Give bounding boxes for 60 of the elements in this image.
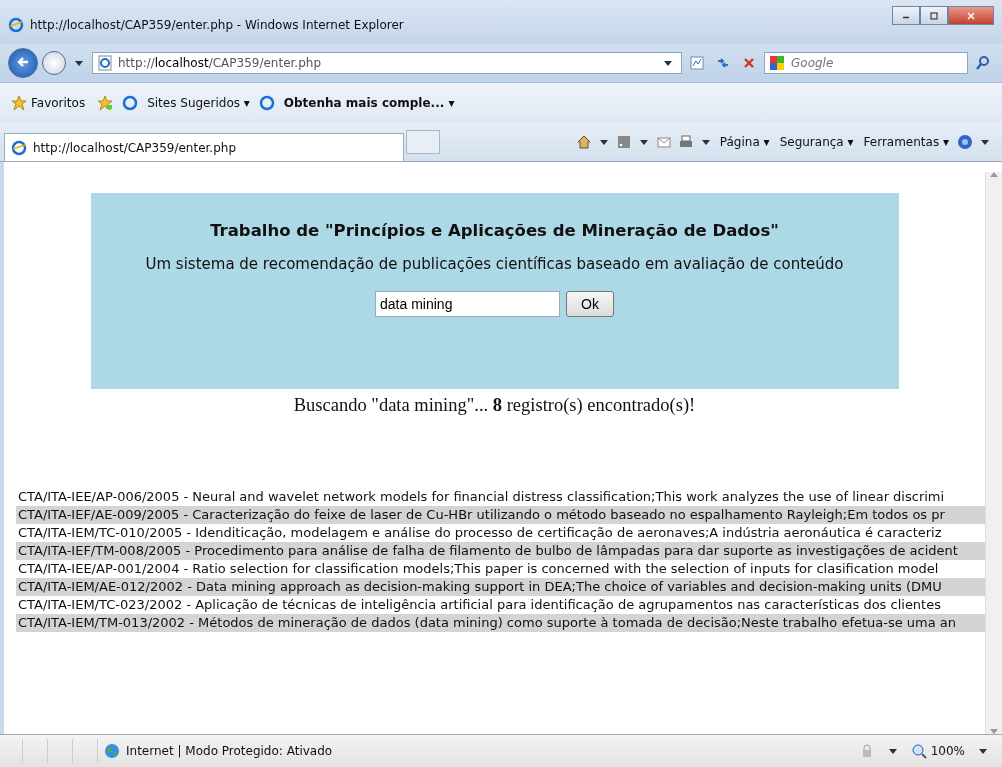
browser-logo-icon [8, 17, 24, 33]
search-field[interactable]: Google [764, 52, 968, 74]
result-row[interactable]: CTA/ITA-IEF/AE-009/2005 - Caracterização do feixe de laser de Cu-HBr utilizando o método baseado no espalhamento Rayleigh;Em todos os pr [16, 506, 985, 524]
page-subtitle: Um sistema de recomendação de publicações científicas baseado em avaliação de conteúdo [145, 255, 844, 273]
browser-logo-icon [11, 139, 27, 156]
window-title: http://localhost/CAP359/enter.php - Windows Internet Explorer [30, 18, 404, 32]
ok-button[interactable]: Ok [566, 291, 614, 317]
search-provider-icon [769, 55, 785, 71]
browser-logo-icon [122, 95, 139, 111]
page-icon [97, 55, 113, 71]
minimize-button[interactable] [892, 6, 920, 25]
result-row[interactable]: CTA/ITA-IEM/TM-013/2002 - Métodos de mineração de dados (data mining) como suporte à tomada de decisão;Neste trabalho efetua-se uma an [16, 614, 985, 632]
help-icon[interactable] [957, 134, 973, 150]
forward-button[interactable] [42, 51, 66, 75]
security-zone-text: Internet | Modo Protegido: Ativado [126, 744, 333, 758]
feed-icon[interactable] [615, 134, 632, 150]
command-menu[interactable]: Ferramentas ▾ [858, 135, 954, 149]
caret-icon[interactable] [639, 139, 648, 145]
caret-icon[interactable] [664, 60, 672, 66]
scroll-up-icon[interactable] [990, 172, 998, 177]
favorites-button[interactable]: Favoritos [8, 95, 89, 111]
address-field[interactable]: http://localhost/CAP359/enter.php [92, 52, 682, 74]
caret-icon[interactable] [979, 748, 987, 754]
star-icon [11, 95, 27, 111]
search-input[interactable]: data mining [375, 291, 561, 317]
caret-icon[interactable] [888, 748, 897, 754]
result-row[interactable]: CTA/ITA-IEE/AP-006/2005 - Neural and wavelet network models for financial distress classification;This work analyzes the use of linear discrimi [16, 488, 985, 506]
command-menu[interactable]: Página ▾ [714, 135, 775, 149]
caret-icon[interactable] [701, 139, 710, 145]
printer-icon[interactable] [677, 134, 694, 150]
vertical-scrollbar[interactable] [985, 172, 1002, 734]
maximize-icon [928, 11, 940, 20]
magnifier-icon [910, 743, 927, 759]
close-button[interactable] [948, 6, 994, 25]
globe-icon [104, 743, 120, 759]
page-heading: Trabalho de "Princípios e Aplicações de Mineração de Dados" [210, 221, 779, 240]
result-row[interactable]: CTA/ITA-IEM/TC-010/2005 - Idenditicação, modelagem e análise do processo de certificação de aeronaves;A indústria aeronáutica é caracteriz [16, 524, 985, 542]
browser-logo-icon [258, 95, 275, 111]
home-icon[interactable] [575, 134, 592, 150]
compatibility-icon[interactable] [689, 55, 705, 71]
result-row[interactable]: CTA/ITA-IEE/AP-001/2004 - Ratio selection for classification models;This paper is concerned with the selection of inputs for clasification model [16, 560, 985, 578]
maximize-button[interactable] [920, 6, 948, 25]
result-row[interactable]: CTA/ITA-IEM/TC-023/2002 - Aplicação de técnicas de inteligência artificial para identificação de agrupamentos nas características dos clientes [16, 596, 985, 614]
caret-icon[interactable] [75, 60, 83, 66]
caret-icon[interactable] [981, 139, 989, 145]
favorites-link[interactable]: Obtenha mais comple... ▾ [280, 96, 458, 110]
tab-title: http://localhost/CAP359/enter.php [33, 140, 236, 155]
zoom-button[interactable]: 100% [907, 743, 968, 759]
command-menu[interactable]: Segurança ▾ [774, 135, 859, 149]
search-icon[interactable] [975, 55, 991, 71]
caret-icon[interactable] [599, 139, 608, 145]
browser-tab[interactable]: http://localhost/CAP359/enter.php [4, 133, 404, 161]
add-favorite-icon[interactable] [97, 95, 114, 111]
close-icon [965, 11, 977, 20]
back-button[interactable] [8, 48, 38, 78]
result-row[interactable]: CTA/ITA-IEF/TM-008/2005 - Procedimento para análise de falha de filamento de bulbo de lâmpadas para dar suporte as investigações de acident [16, 542, 985, 560]
favorites-link[interactable]: Sites Sugeridos ▾ [144, 96, 253, 110]
result-summary: Buscando "data mining"... 8 registro(s) encontrado(s)! [293, 395, 696, 416]
result-row[interactable]: CTA/ITA-IEM/AE-012/2002 - Data mining approach as decision-making support in DEA;The choice of variables and decision-making units (DMU [16, 578, 985, 596]
mail-icon[interactable] [655, 134, 672, 150]
